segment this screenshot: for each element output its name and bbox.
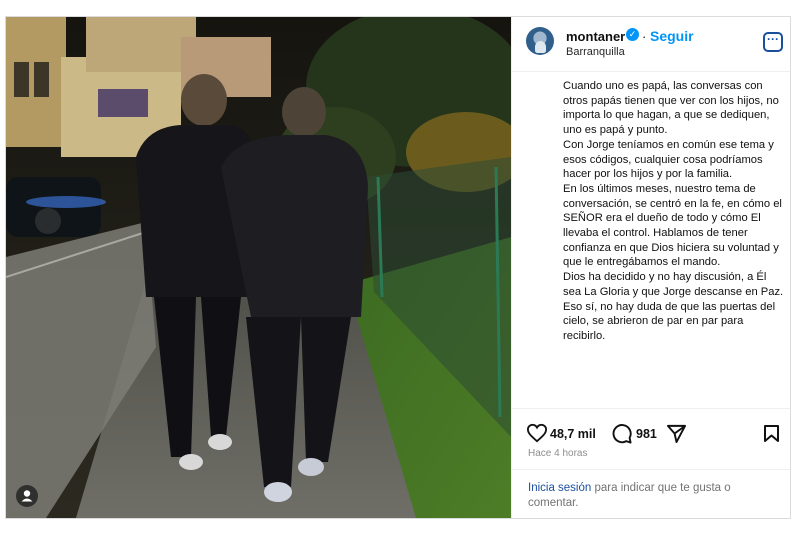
post-photo[interactable] <box>6 17 511 518</box>
username[interactable]: montaner <box>566 29 625 44</box>
send-icon[interactable] <box>666 423 687 444</box>
more-options-icon[interactable]: ··· <box>763 32 783 52</box>
caption-paragraph: Cuando uno es papá, las conversas con ot… <box>563 80 779 137</box>
post-container: montaner ✓ · Seguir Barranquilla ··· Cua… <box>5 16 791 519</box>
location-link[interactable]: Barranquilla <box>566 46 625 58</box>
post-photo-image <box>6 17 511 518</box>
caption-paragraph: Dios ha decidido y no hay discusión, a É… <box>563 271 784 298</box>
verified-badge-icon: ✓ <box>626 28 639 41</box>
follow-button[interactable]: Seguir <box>650 28 694 44</box>
caption-paragraph: Eso sí, no hay duda de que las puertas d… <box>563 300 776 342</box>
divider <box>512 469 790 470</box>
comment-bubble-icon[interactable] <box>611 423 632 444</box>
like-count[interactable]: 48,7 mil <box>550 427 596 441</box>
avatar[interactable] <box>526 27 554 55</box>
post-side-panel: montaner ✓ · Seguir Barranquilla ··· Cua… <box>511 17 790 518</box>
caption-paragraph: Con Jorge teníamos en común ese tema y e… <box>563 138 774 181</box>
separator-dot: · <box>642 29 647 44</box>
post-timestamp[interactable]: Hace 4 horas <box>528 448 587 459</box>
caption-paragraph: En los últimos meses, nuestro tema de co… <box>563 182 782 269</box>
divider <box>512 408 790 409</box>
post-caption: Cuando uno es papá, las conversas con ot… <box>563 79 785 344</box>
heart-icon[interactable] <box>526 423 548 443</box>
login-prompt: Inicia sesión para indicar que te gusta … <box>528 481 768 511</box>
post-header: montaner ✓ · Seguir Barranquilla ··· <box>512 17 790 72</box>
comment-count[interactable]: 981 <box>636 427 657 441</box>
login-link[interactable]: Inicia sesión <box>528 482 591 494</box>
bookmark-icon[interactable] <box>763 424 780 443</box>
action-bar: 48,7 mil 981 <box>512 420 790 446</box>
user-tag-icon[interactable] <box>16 485 38 507</box>
